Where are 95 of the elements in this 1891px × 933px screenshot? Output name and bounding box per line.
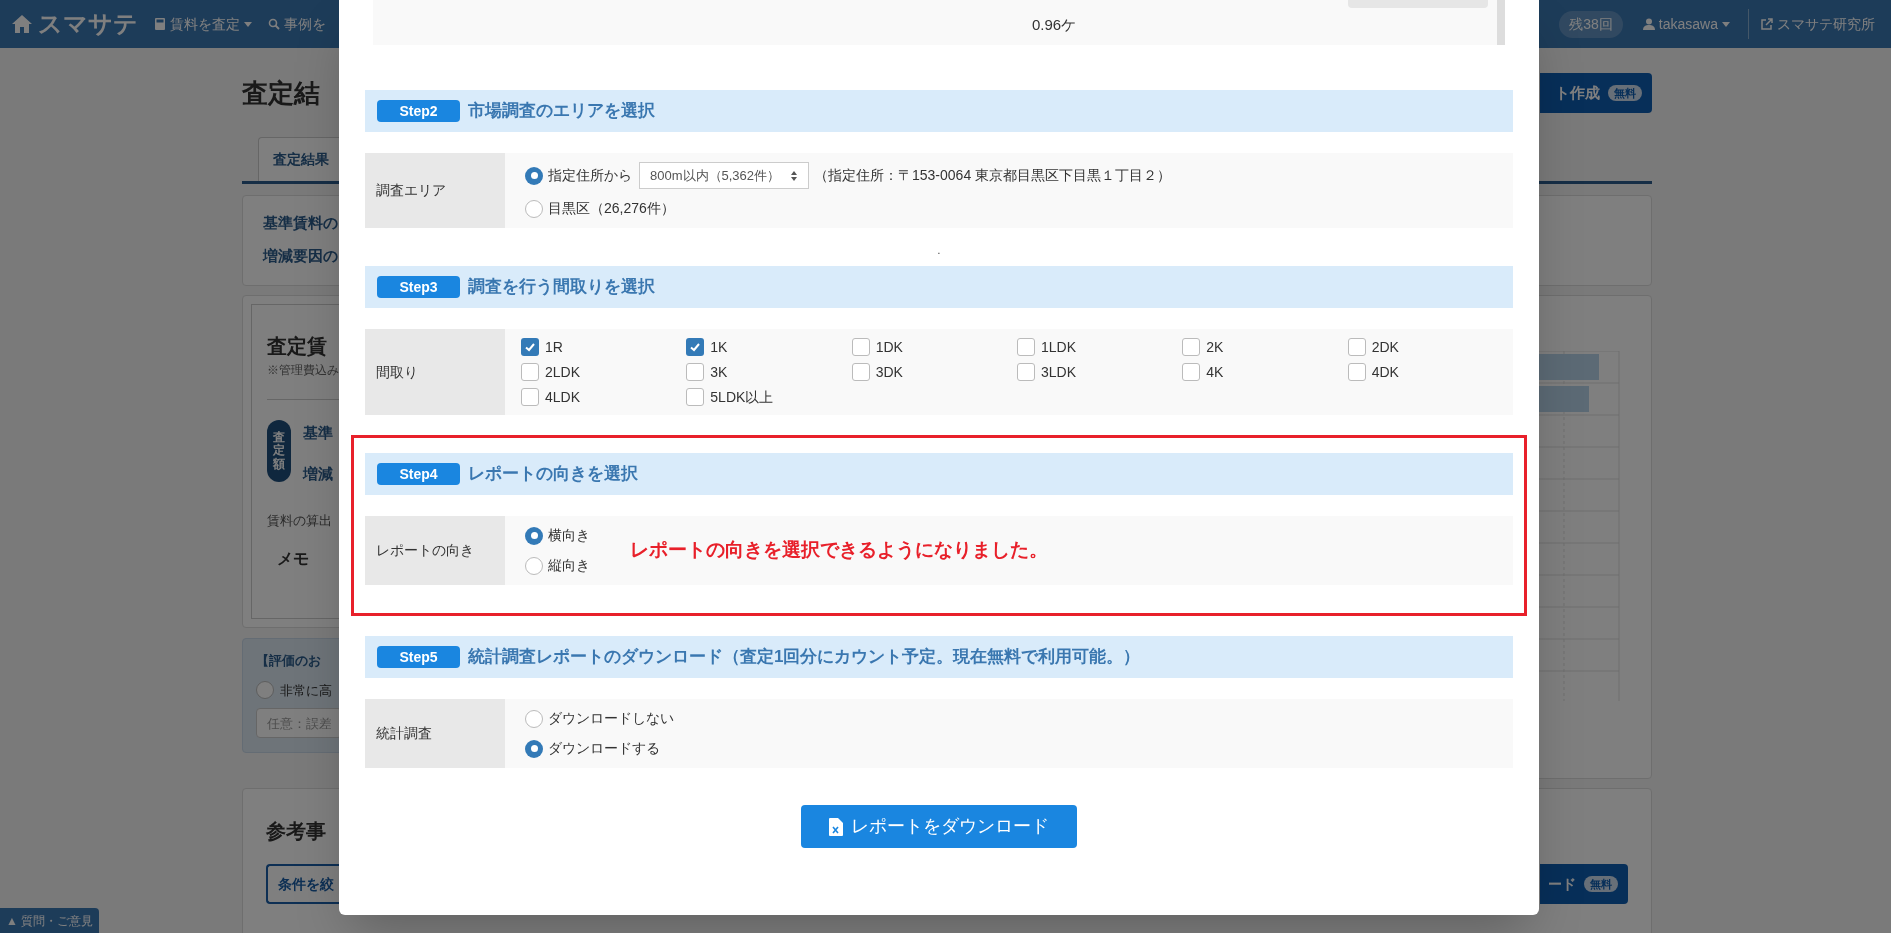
lab-link[interactable]: スマサテ研究所 bbox=[1761, 13, 1875, 35]
checkbox[interactable] bbox=[521, 338, 539, 356]
rent-note: ※管理費込み bbox=[267, 362, 339, 379]
checkbox[interactable] bbox=[521, 363, 539, 381]
search-icon bbox=[268, 18, 280, 30]
option-label: 4K bbox=[1206, 362, 1224, 382]
nav-menu[interactable]: 賃料を査定 bbox=[150, 13, 256, 35]
logo-text: スマサテ bbox=[38, 9, 138, 39]
free-badge: 無料 bbox=[1608, 84, 1642, 102]
sort-icon bbox=[790, 169, 798, 182]
calculator-icon bbox=[154, 18, 166, 30]
checkbox[interactable] bbox=[1017, 363, 1035, 381]
checkbox[interactable] bbox=[851, 338, 870, 356]
cases-title: 参考事 bbox=[266, 819, 326, 844]
report-button[interactable]: ト作成 無料 bbox=[1540, 73, 1652, 113]
table-cell-text: 0.96ケ bbox=[1032, 15, 1077, 35]
scrollbar[interactable] bbox=[1497, 0, 1505, 45]
option-label: ダウンロードする bbox=[548, 739, 660, 758]
step-badge: Step3 bbox=[377, 276, 460, 298]
download-report-button[interactable]: レポートをダウンロード bbox=[801, 805, 1077, 848]
option-label: 3DK bbox=[875, 362, 903, 382]
option-label: 1LDK bbox=[1041, 337, 1076, 357]
notice-text: レポートの向きを選択できるようになりました。 bbox=[630, 538, 1048, 563]
checkbox[interactable] bbox=[686, 363, 705, 381]
radio-button[interactable] bbox=[525, 709, 543, 728]
check-icon bbox=[689, 341, 702, 353]
step-title: 統計調査レポートのダウンロード（査定1回分にカウント予定。現在無料で利用可能。） bbox=[468, 646, 1141, 669]
summary-text: 増減要因の bbox=[263, 245, 338, 266]
method-text: 賃料の算出 bbox=[267, 512, 332, 530]
separator-dot: . bbox=[937, 246, 941, 258]
memo-label: メモ bbox=[277, 548, 309, 569]
checkbox[interactable] bbox=[686, 338, 705, 356]
row-label: レポートの向き bbox=[365, 516, 505, 585]
step-badge: Step5 bbox=[377, 646, 460, 668]
checkbox[interactable] bbox=[851, 363, 870, 381]
download-button[interactable]: ード 無料 bbox=[1540, 864, 1628, 904]
option-label: 1R bbox=[545, 337, 563, 357]
radio-button[interactable] bbox=[256, 681, 274, 700]
radio-button[interactable] bbox=[525, 526, 543, 545]
checkbox[interactable] bbox=[521, 388, 539, 406]
external-link-icon bbox=[1761, 18, 1773, 30]
user-icon bbox=[1642, 18, 1655, 30]
rent-item: 増減 bbox=[303, 463, 333, 484]
rating-option: 非常に高 bbox=[280, 680, 332, 700]
spreadsheet-file-icon bbox=[829, 817, 843, 836]
option-label: 2DK bbox=[1371, 337, 1399, 357]
free-badge: 無料 bbox=[1584, 875, 1618, 893]
step-title: 調査を行う間取りを選択 bbox=[468, 276, 655, 299]
checkbox[interactable] bbox=[1347, 363, 1366, 381]
nav-menu[interactable]: 事例を bbox=[264, 13, 330, 35]
step-badge: Step4 bbox=[377, 463, 460, 485]
option-label: ダウンロードしない bbox=[548, 709, 674, 728]
option-label: 5LDK以上 bbox=[710, 387, 774, 407]
user-menu[interactable]: takasawa bbox=[1642, 13, 1730, 35]
rent-title: 査定賃 bbox=[267, 334, 327, 359]
checkbox[interactable] bbox=[1182, 338, 1201, 356]
option-label: 指定住所から bbox=[548, 166, 632, 185]
row-label: 調査エリア bbox=[365, 153, 505, 228]
rating-title: 【評価のお bbox=[256, 652, 321, 670]
check-icon bbox=[524, 341, 536, 353]
option-label: 2K bbox=[1206, 337, 1224, 357]
checkbox[interactable] bbox=[1347, 338, 1366, 356]
option-label: 縦向き bbox=[548, 556, 590, 575]
step-title: 市場調査のエリアを選択 bbox=[468, 100, 655, 123]
option-label: 1K bbox=[710, 337, 728, 357]
caret-icon bbox=[1722, 21, 1730, 27]
caret-icon bbox=[244, 21, 252, 27]
feedback-button[interactable]: ▲ 質問・ご意見 bbox=[0, 908, 100, 933]
row-label: 間取り bbox=[365, 329, 505, 415]
option-label: 1DK bbox=[875, 337, 903, 357]
radio-button[interactable] bbox=[525, 739, 543, 758]
option-label: 4LDK bbox=[545, 387, 581, 407]
option-label: 3K bbox=[710, 362, 728, 382]
summary-text: 基準賃料の bbox=[263, 213, 338, 233]
house-icon bbox=[10, 12, 34, 36]
row-label: 統計調査 bbox=[365, 699, 505, 768]
option-label: 4DK bbox=[1371, 362, 1399, 382]
result-tab[interactable]: 査定結果 bbox=[258, 137, 339, 181]
checkbox[interactable] bbox=[686, 388, 705, 406]
radio-button[interactable] bbox=[525, 166, 543, 185]
radio-button[interactable] bbox=[525, 556, 543, 575]
radio-button[interactable] bbox=[525, 199, 543, 218]
option-label: 目黒区（26,276件） bbox=[548, 199, 675, 218]
checkbox[interactable] bbox=[1017, 338, 1035, 356]
amount-badge: 査定額 bbox=[267, 420, 291, 482]
step-badge: Step2 bbox=[377, 100, 460, 122]
option-label: 3LDK bbox=[1041, 362, 1076, 382]
option-label: 横向き bbox=[548, 526, 590, 545]
rent-item: 基準 bbox=[303, 423, 333, 443]
address-note: （指定住所：〒153-0064 東京都目黒区下目黒１丁目２） bbox=[814, 166, 1172, 185]
page-title: 査定結 bbox=[242, 76, 320, 110]
option-label: 2LDK bbox=[545, 362, 581, 382]
step-title: レポートの向きを選択 bbox=[468, 463, 638, 486]
checkbox[interactable] bbox=[1182, 363, 1201, 381]
distance-select[interactable]: 800m以内（5,362件） bbox=[639, 162, 809, 189]
